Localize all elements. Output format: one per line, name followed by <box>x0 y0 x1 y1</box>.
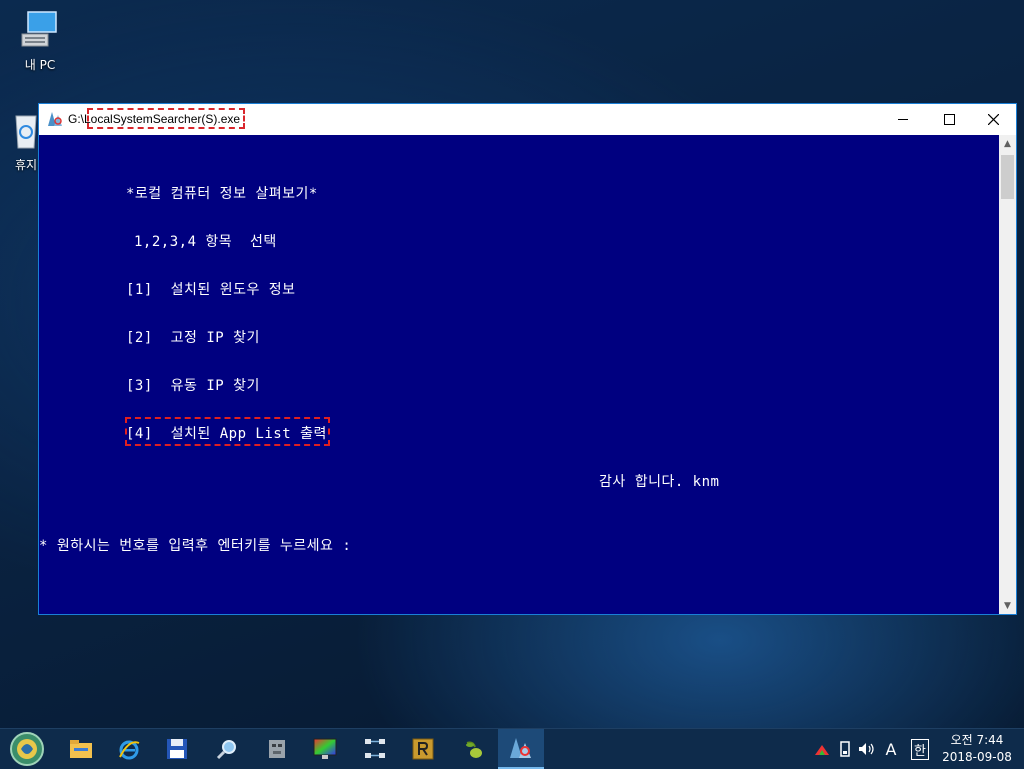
minimize-button[interactable] <box>880 104 926 135</box>
start-button[interactable] <box>4 729 50 769</box>
local-system-searcher-icon <box>46 110 64 128</box>
maximize-icon <box>943 114 955 125</box>
scroll-down-icon[interactable]: ▼ <box>999 597 1016 614</box>
internet-explorer-icon <box>119 740 140 760</box>
tray-network-icon[interactable] <box>812 729 832 769</box>
taskbar-color-app[interactable] <box>302 729 348 769</box>
tray-volume-icon[interactable] <box>856 729 878 769</box>
scroll-up-icon[interactable]: ▲ <box>999 135 1016 152</box>
taskbar-network-app[interactable] <box>352 729 398 769</box>
taskbar-file-explorer[interactable] <box>58 729 104 769</box>
console-output[interactable]: *로컬 컴퓨터 정보 살펴보기* 1,2,3,4 항목 선택 [1] 설치된 윈… <box>39 135 999 614</box>
close-button[interactable] <box>970 104 1016 135</box>
console-instruction: 1,2,3,4 항목 선택 <box>134 234 277 250</box>
console-heading: *로컬 컴퓨터 정보 살펴보기* <box>126 186 318 202</box>
local-system-searcher-icon <box>510 738 531 758</box>
console-prompt: * 원하시는 번호를 입력후 엔터키를 누르세요 : <box>39 538 352 554</box>
clock-date: 2018-09-08 <box>942 750 1012 764</box>
maximize-button[interactable] <box>926 104 972 135</box>
close-icon <box>987 114 999 125</box>
taskbar-r-app[interactable] <box>400 729 446 769</box>
save-disk-icon <box>167 739 187 759</box>
scrollbar-thumb[interactable] <box>1001 155 1014 199</box>
clock-time: 오전 7:44 <box>950 733 1004 747</box>
search-magnifier-icon <box>216 740 236 760</box>
taskbar-local-system-searcher[interactable] <box>498 729 544 769</box>
taskbar-save-app[interactable] <box>154 729 200 769</box>
tray-device-icon[interactable] <box>836 729 854 769</box>
taskbar-search-app[interactable] <box>204 729 250 769</box>
color-monitor-icon <box>313 738 337 759</box>
pc-icon <box>18 8 62 52</box>
taskbar-internet-explorer[interactable] <box>106 729 152 769</box>
robot-app-icon <box>269 740 285 758</box>
taskbar-clock[interactable]: 오전 7:44 2018-09-08 <box>938 732 1016 766</box>
olive-app-icon <box>466 741 482 758</box>
taskbar-robot-app[interactable] <box>254 729 300 769</box>
title-bar[interactable]: G:\LocalSystemSearcher(S).exe <box>39 104 1016 135</box>
console-thanks: 감사 합니다. knm <box>599 474 720 490</box>
option-4-highlight-box <box>125 417 330 446</box>
console-window: G:\LocalSystemSearcher(S).exe *로컬 컴퓨터 정보… <box>38 103 1017 615</box>
taskbar: A 한 오전 7:44 2018-09-08 <box>0 728 1024 769</box>
tray-ime-mode[interactable]: A <box>880 729 902 769</box>
desktop-icon-label: 내 PC <box>24 58 56 72</box>
network-grid-icon <box>365 739 385 758</box>
ime-language-label: 한 <box>911 738 929 760</box>
console-option-1: [1] 설치된 윈도우 정보 <box>126 282 296 298</box>
desktop-icon-my-pc[interactable]: 내 PC <box>8 8 72 73</box>
start-orb-icon <box>10 732 44 766</box>
file-explorer-icon <box>70 740 92 758</box>
minimize-icon <box>898 119 908 120</box>
tray-ime-language[interactable]: 한 <box>908 729 932 769</box>
title-highlight-box <box>87 108 245 129</box>
vertical-scrollbar[interactable]: ▲ ▼ <box>999 135 1016 614</box>
taskbar-olive-app[interactable] <box>450 729 496 769</box>
r-app-icon <box>412 738 434 760</box>
console-option-2: [2] 고정 IP 찾기 <box>126 330 260 346</box>
console-option-3: [3] 유동 IP 찾기 <box>126 378 260 394</box>
